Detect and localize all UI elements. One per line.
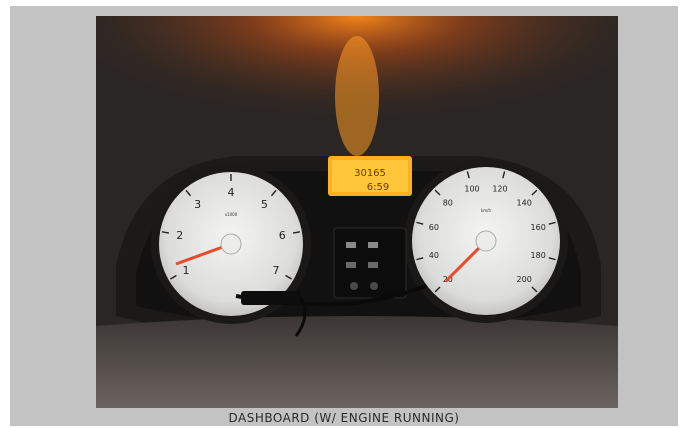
svg-text:x1000: x1000 — [225, 212, 238, 217]
gauge-label: 2 — [176, 229, 183, 242]
gauge-label: 7 — [273, 264, 280, 277]
photo-card: 30165 6:59 1234567 x1000 204060801001201… — [10, 6, 678, 426]
gauge-label: 60 — [429, 223, 439, 232]
gauge-label: 120 — [492, 185, 507, 194]
gauge-label: 100 — [464, 185, 479, 194]
gauge-label: 180 — [531, 251, 546, 260]
gauge-label: 200 — [517, 275, 532, 284]
speedometer: 20406080100120140160180200 km/h — [404, 159, 568, 323]
gauge-label: 5 — [261, 198, 268, 211]
odometer-readout: 30165 — [354, 168, 386, 179]
trip-readout: 6:59 — [367, 182, 389, 193]
photo-caption: DASHBOARD (W/ ENGINE RUNNING) — [228, 411, 460, 425]
gauge-label: 4 — [228, 186, 235, 199]
gauge-label: 140 — [517, 199, 532, 208]
gauge-label: 40 — [429, 251, 439, 260]
dashboard-photo: 30165 6:59 1234567 x1000 204060801001201… — [96, 16, 618, 408]
gauge-label: 80 — [443, 199, 453, 208]
instrument-cluster-illustration: 30165 6:59 1234567 x1000 204060801001201… — [96, 16, 618, 408]
gauge-label: 1 — [182, 264, 189, 277]
svg-text:km/h: km/h — [481, 208, 492, 213]
cable-connector — [241, 291, 301, 305]
gauge-label: 6 — [279, 229, 286, 242]
gauge-label: 3 — [194, 198, 201, 211]
gauge-label: 160 — [531, 223, 546, 232]
